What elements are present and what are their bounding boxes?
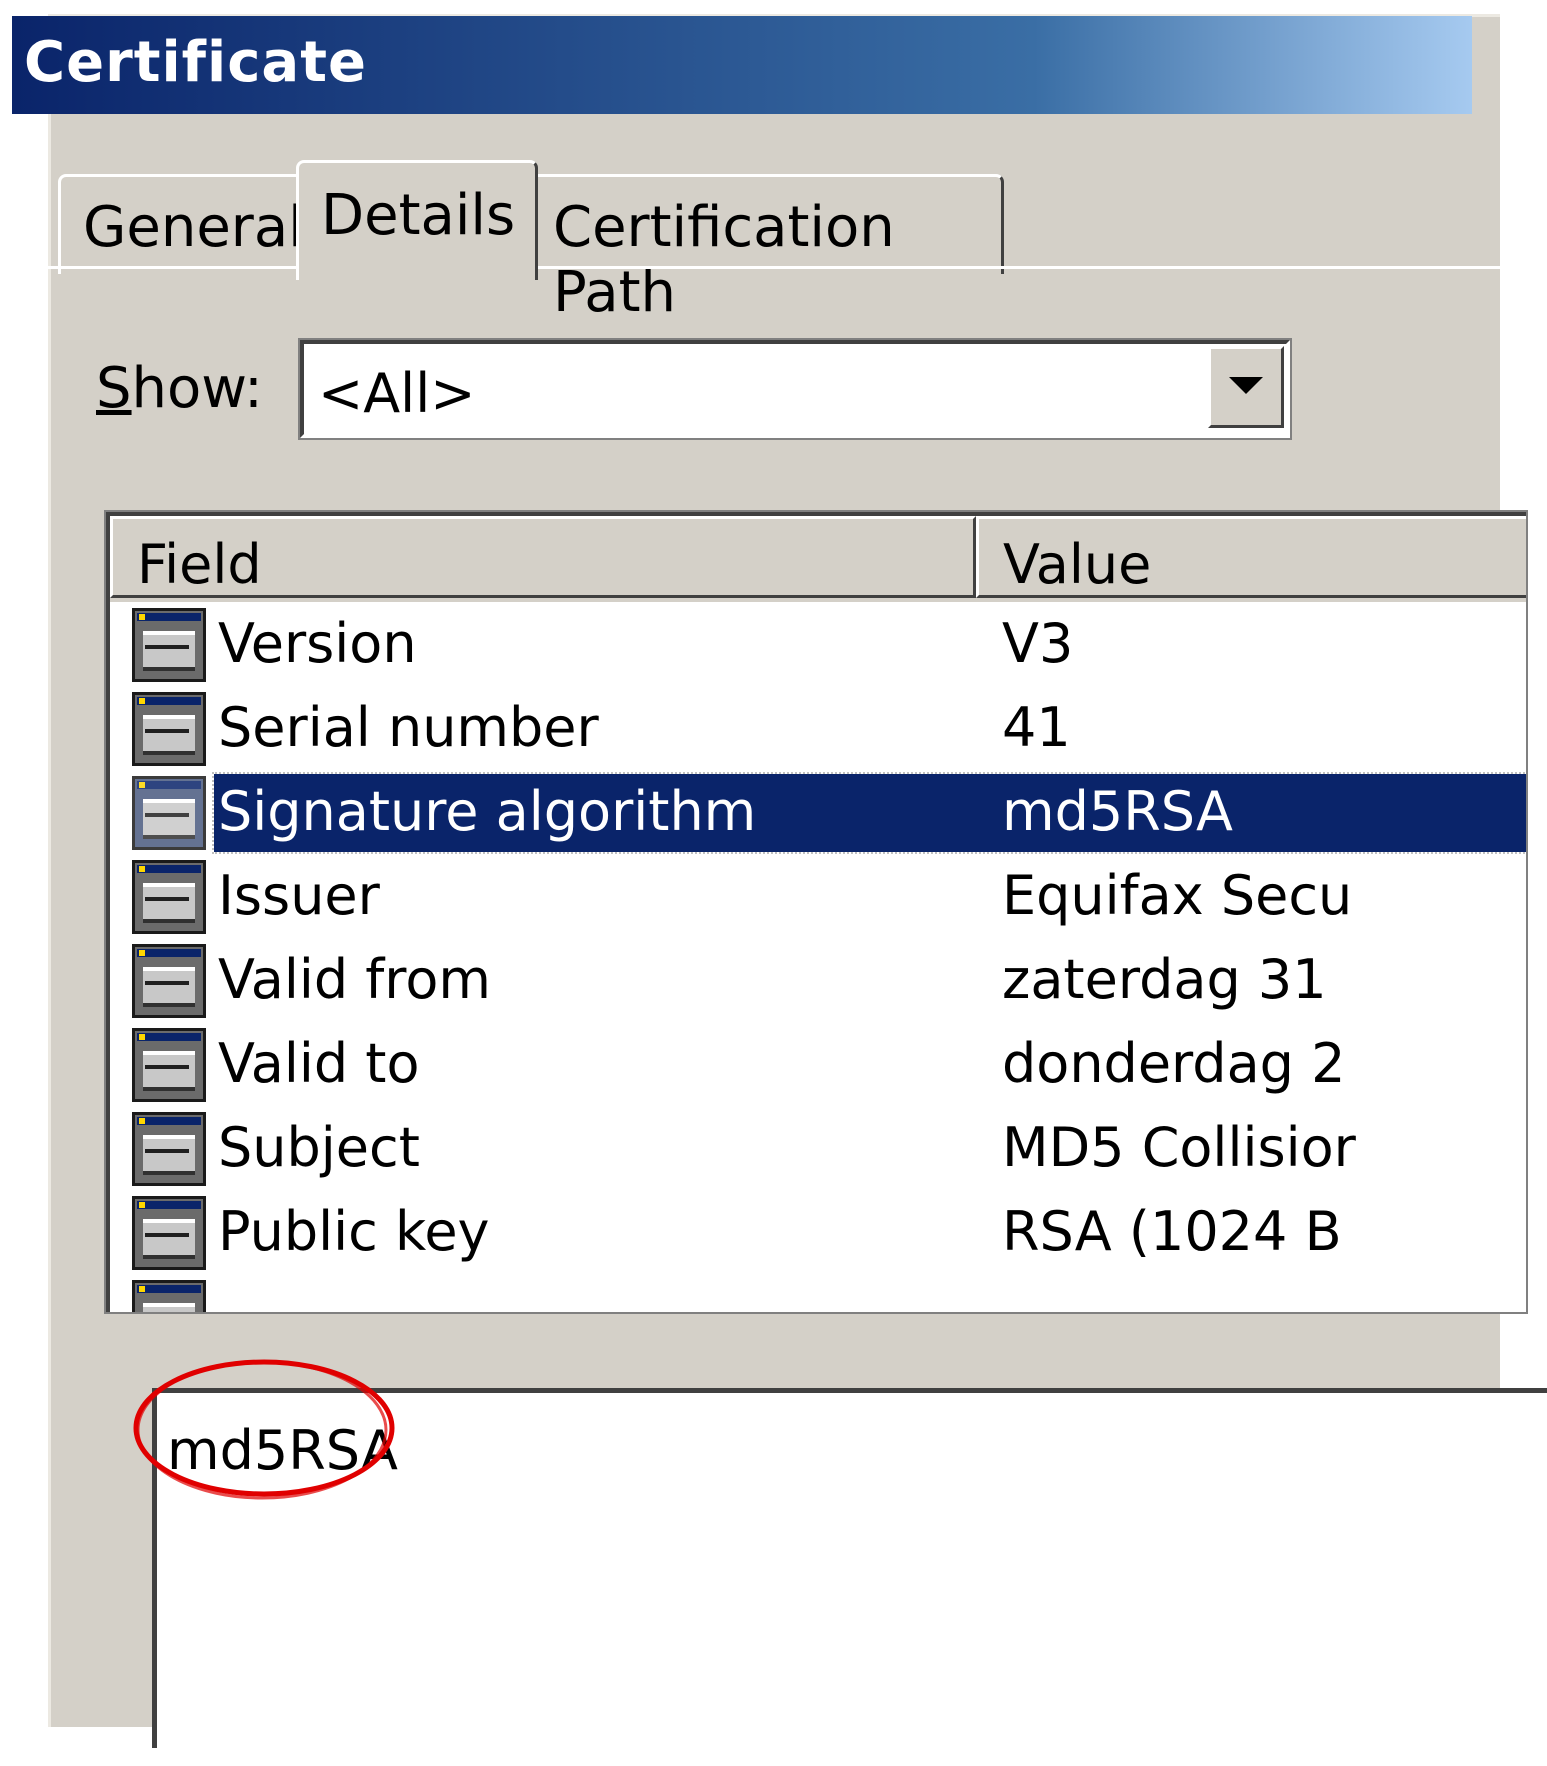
row-field: Subject [218,1116,420,1179]
list-row-valid-to[interactable]: Valid to donderdag 2 [132,1024,1526,1108]
tab-details[interactable]: Details [296,160,538,280]
row-value: V3 [1002,612,1074,675]
chevron-down-icon [1229,377,1263,394]
row-value: Equifax Secu [1002,864,1353,927]
field-detail-textbox[interactable]: md5RSA [152,1388,1547,1748]
row-value: MD5 Collisior [1002,1116,1356,1179]
list-header: Field Value [110,516,1526,602]
tab-general[interactable]: General [58,174,306,274]
show-label: Show: [96,356,263,421]
row-field: Version [218,612,417,675]
column-header-field[interactable]: Field [110,516,976,598]
row-field: Public key [218,1200,490,1263]
row-field: Valid from [218,948,491,1011]
certificate-field-icon [132,944,206,1018]
list-row-subject[interactable]: Subject MD5 Collisior [132,1108,1526,1192]
column-header-value[interactable]: Value [976,516,1526,598]
list-row-signature-algorithm[interactable]: Signature algorithm md5RSA [132,772,1526,856]
certificate-field-icon [132,608,206,682]
certificate-field-icon [132,1112,206,1186]
row-field: Valid to [218,1032,420,1095]
show-label-rest: how: [131,356,263,421]
list-row-serial-number[interactable]: Serial number 41 [132,688,1526,772]
list-row-partial[interactable] [132,1276,1526,1312]
title-bar[interactable]: Certificate [12,16,1472,114]
row-value: md5RSA [1002,780,1233,843]
row-value: zaterdag 31 [1002,948,1327,1011]
list-row-valid-from[interactable]: Valid from zaterdag 31 [132,940,1526,1024]
row-field: Issuer [218,864,380,927]
list-row-version[interactable]: Version V3 [132,604,1526,688]
show-dropdown[interactable]: <All> [298,338,1292,440]
certificate-field-icon [132,1196,206,1270]
dropdown-button[interactable] [1208,346,1284,428]
certificate-field-icon [132,1028,206,1102]
row-value: 41 [1002,696,1071,759]
show-label-accesskey: S [96,356,132,421]
certificate-field-icon [132,1280,206,1312]
tab-certification-path[interactable]: Certification Path [528,174,1004,325]
detail-value: md5RSA [167,1419,398,1482]
show-dropdown-value: <All> [318,362,476,425]
certificate-field-icon [132,860,206,934]
row-value: donderdag 2 [1002,1032,1346,1095]
certificate-field-icon [132,692,206,766]
row-value: RSA (1024 B [1002,1200,1342,1263]
fields-list[interactable]: Field Value Version V3 Serial number 41 … [104,510,1528,1314]
row-field: Serial number [218,696,599,759]
certificate-field-icon [132,776,206,850]
list-row-public-key[interactable]: Public key RSA (1024 B [132,1192,1526,1276]
window-title: Certificate [24,30,367,95]
row-field: Signature algorithm [218,780,757,843]
list-row-issuer[interactable]: Issuer Equifax Secu [132,856,1526,940]
